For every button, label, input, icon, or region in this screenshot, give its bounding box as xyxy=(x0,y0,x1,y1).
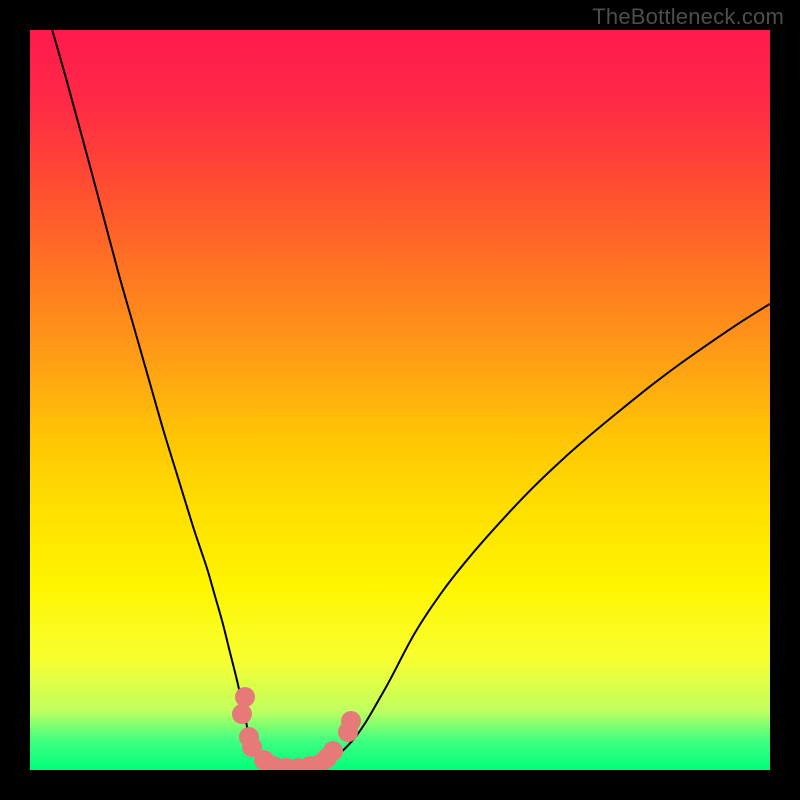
marker-right-lower-pair xyxy=(323,741,343,761)
marker-right-upper-pair xyxy=(341,711,361,731)
marker-layer xyxy=(30,30,770,770)
marker-left-upper-pair xyxy=(235,687,255,707)
watermark-text: TheBottleneck.com xyxy=(592,4,784,30)
chart-frame: TheBottleneck.com xyxy=(0,0,800,800)
plot-area xyxy=(30,30,770,770)
